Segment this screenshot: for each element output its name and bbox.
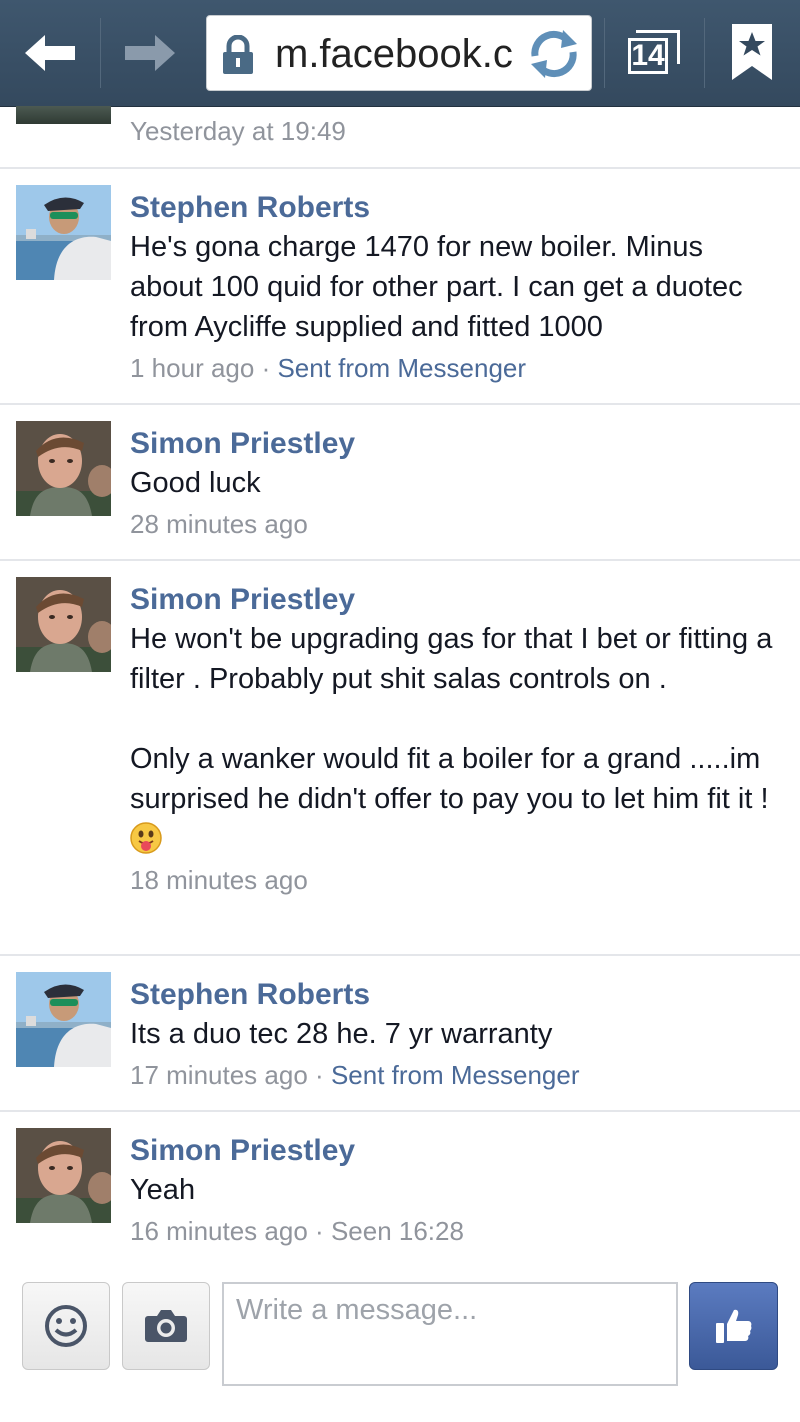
simon-avatar <box>16 421 111 516</box>
message-item: Simon Priestley Yeah 16 minutes ago · Se… <box>0 1110 800 1266</box>
meta-separator: · <box>315 1060 324 1090</box>
author-name[interactable]: Stephen Roberts <box>130 976 780 1014</box>
message-input[interactable] <box>222 1282 678 1386</box>
simon-avatar <box>16 577 111 672</box>
bookmark-button[interactable] <box>722 20 782 86</box>
message-text-paragraph-2: Only a wanker would fit a boiler for a g… <box>130 739 780 859</box>
message-composer <box>0 1266 800 1422</box>
message-text: He's gona charge 1470 for new boiler. Mi… <box>130 231 751 343</box>
meta-separator: · <box>261 353 271 383</box>
message-time: 16 minutes ago <box>130 1216 308 1246</box>
like-send-button[interactable] <box>689 1282 778 1370</box>
simon-avatar <box>16 1128 111 1223</box>
forward-arrow-icon <box>125 35 175 71</box>
avatar[interactable] <box>16 1128 111 1223</box>
avatar[interactable] <box>16 577 111 672</box>
url-text: m.facebook.c <box>275 32 513 76</box>
thumbs-up-icon <box>715 1309 751 1343</box>
message-content: Stephen Roberts He's gona charge 1470 fo… <box>130 183 780 385</box>
author-name[interactable]: Stephen Roberts <box>130 189 780 227</box>
back-arrow-icon <box>25 35 75 71</box>
message-item: Stephen Roberts Its a duo tec 28 he. 7 y… <box>0 954 800 1110</box>
sent-from-messenger-link[interactable]: Sent from Messenger <box>331 1060 580 1090</box>
sent-from-messenger-link[interactable]: Sent from Messenger <box>277 353 526 383</box>
message-text: Yeah <box>130 1174 196 1206</box>
photo-button[interactable] <box>122 1282 210 1370</box>
message-time: 17 minutes ago <box>130 1060 308 1090</box>
avatar[interactable] <box>16 185 111 280</box>
message-item: Simon Priestley Good luck 28 minutes ago <box>0 403 800 559</box>
bookmark-star-icon <box>732 24 772 80</box>
message-meta: 18 minutes ago <box>130 863 780 897</box>
message-item: Stephen Roberts He's gona charge 1470 fo… <box>0 167 800 403</box>
author-name[interactable]: Simon Priestley <box>130 425 780 463</box>
back-button[interactable] <box>0 18 100 88</box>
smiley-icon <box>45 1305 87 1347</box>
tabs-button[interactable]: 14 <box>620 24 690 84</box>
message-text: Only a wanker would fit a boiler for a g… <box>130 743 777 815</box>
author-name[interactable]: Simon Priestley <box>130 581 780 619</box>
message-time: 18 minutes ago <box>130 865 308 895</box>
message-time: 1 hour ago <box>130 353 255 383</box>
message-meta: 1 hour ago · Sent from Messenger <box>130 351 780 385</box>
lock-icon <box>223 35 253 74</box>
avatar[interactable] <box>16 421 111 516</box>
tab-count: 14 <box>628 38 668 74</box>
message-content: Simon Priestley Yeah 16 minutes ago · Se… <box>130 1126 780 1248</box>
message-content: Simon Priestley He won't be upgrading ga… <box>130 575 780 897</box>
toolbar-divider <box>604 18 605 88</box>
previous-message-time: Yesterday at 19:49 <box>130 116 346 146</box>
previous-message-avatar <box>16 106 111 124</box>
message-time: 28 minutes ago <box>130 509 308 539</box>
message-meta: 16 minutes ago · Seen 16:28 <box>130 1214 780 1248</box>
address-bar[interactable]: m.facebook.c <box>206 15 592 91</box>
reload-icon[interactable] <box>525 26 583 82</box>
message-text: Good luck <box>130 467 261 499</box>
forward-button[interactable] <box>100 18 200 88</box>
meta-separator: · <box>315 1216 324 1246</box>
message-meta: 17 minutes ago · Sent from Messenger <box>130 1058 780 1092</box>
message-item: Simon Priestley He won't be upgrading ga… <box>0 559 800 954</box>
avatar[interactable] <box>16 972 111 1067</box>
stephen-avatar <box>16 185 111 280</box>
camera-icon <box>145 1310 187 1342</box>
seen-status: Seen 16:28 <box>330 1216 464 1246</box>
message-text: Its a duo tec 28 he. 7 yr warranty <box>130 1018 553 1050</box>
message-text-paragraph-1: He won't be upgrading gas for that I bet… <box>130 623 781 695</box>
stephen-avatar <box>16 972 111 1067</box>
browser-toolbar: m.facebook.c 14 <box>0 0 800 107</box>
tongue-out-emoji-icon <box>130 822 162 854</box>
toolbar-divider <box>704 18 705 88</box>
author-name[interactable]: Simon Priestley <box>130 1132 780 1170</box>
message-content: Stephen Roberts Its a duo tec 28 he. 7 y… <box>130 970 780 1092</box>
message-meta: 28 minutes ago <box>130 507 780 541</box>
emoji-button[interactable] <box>22 1282 110 1370</box>
message-content: Simon Priestley Good luck 28 minutes ago <box>130 419 780 541</box>
